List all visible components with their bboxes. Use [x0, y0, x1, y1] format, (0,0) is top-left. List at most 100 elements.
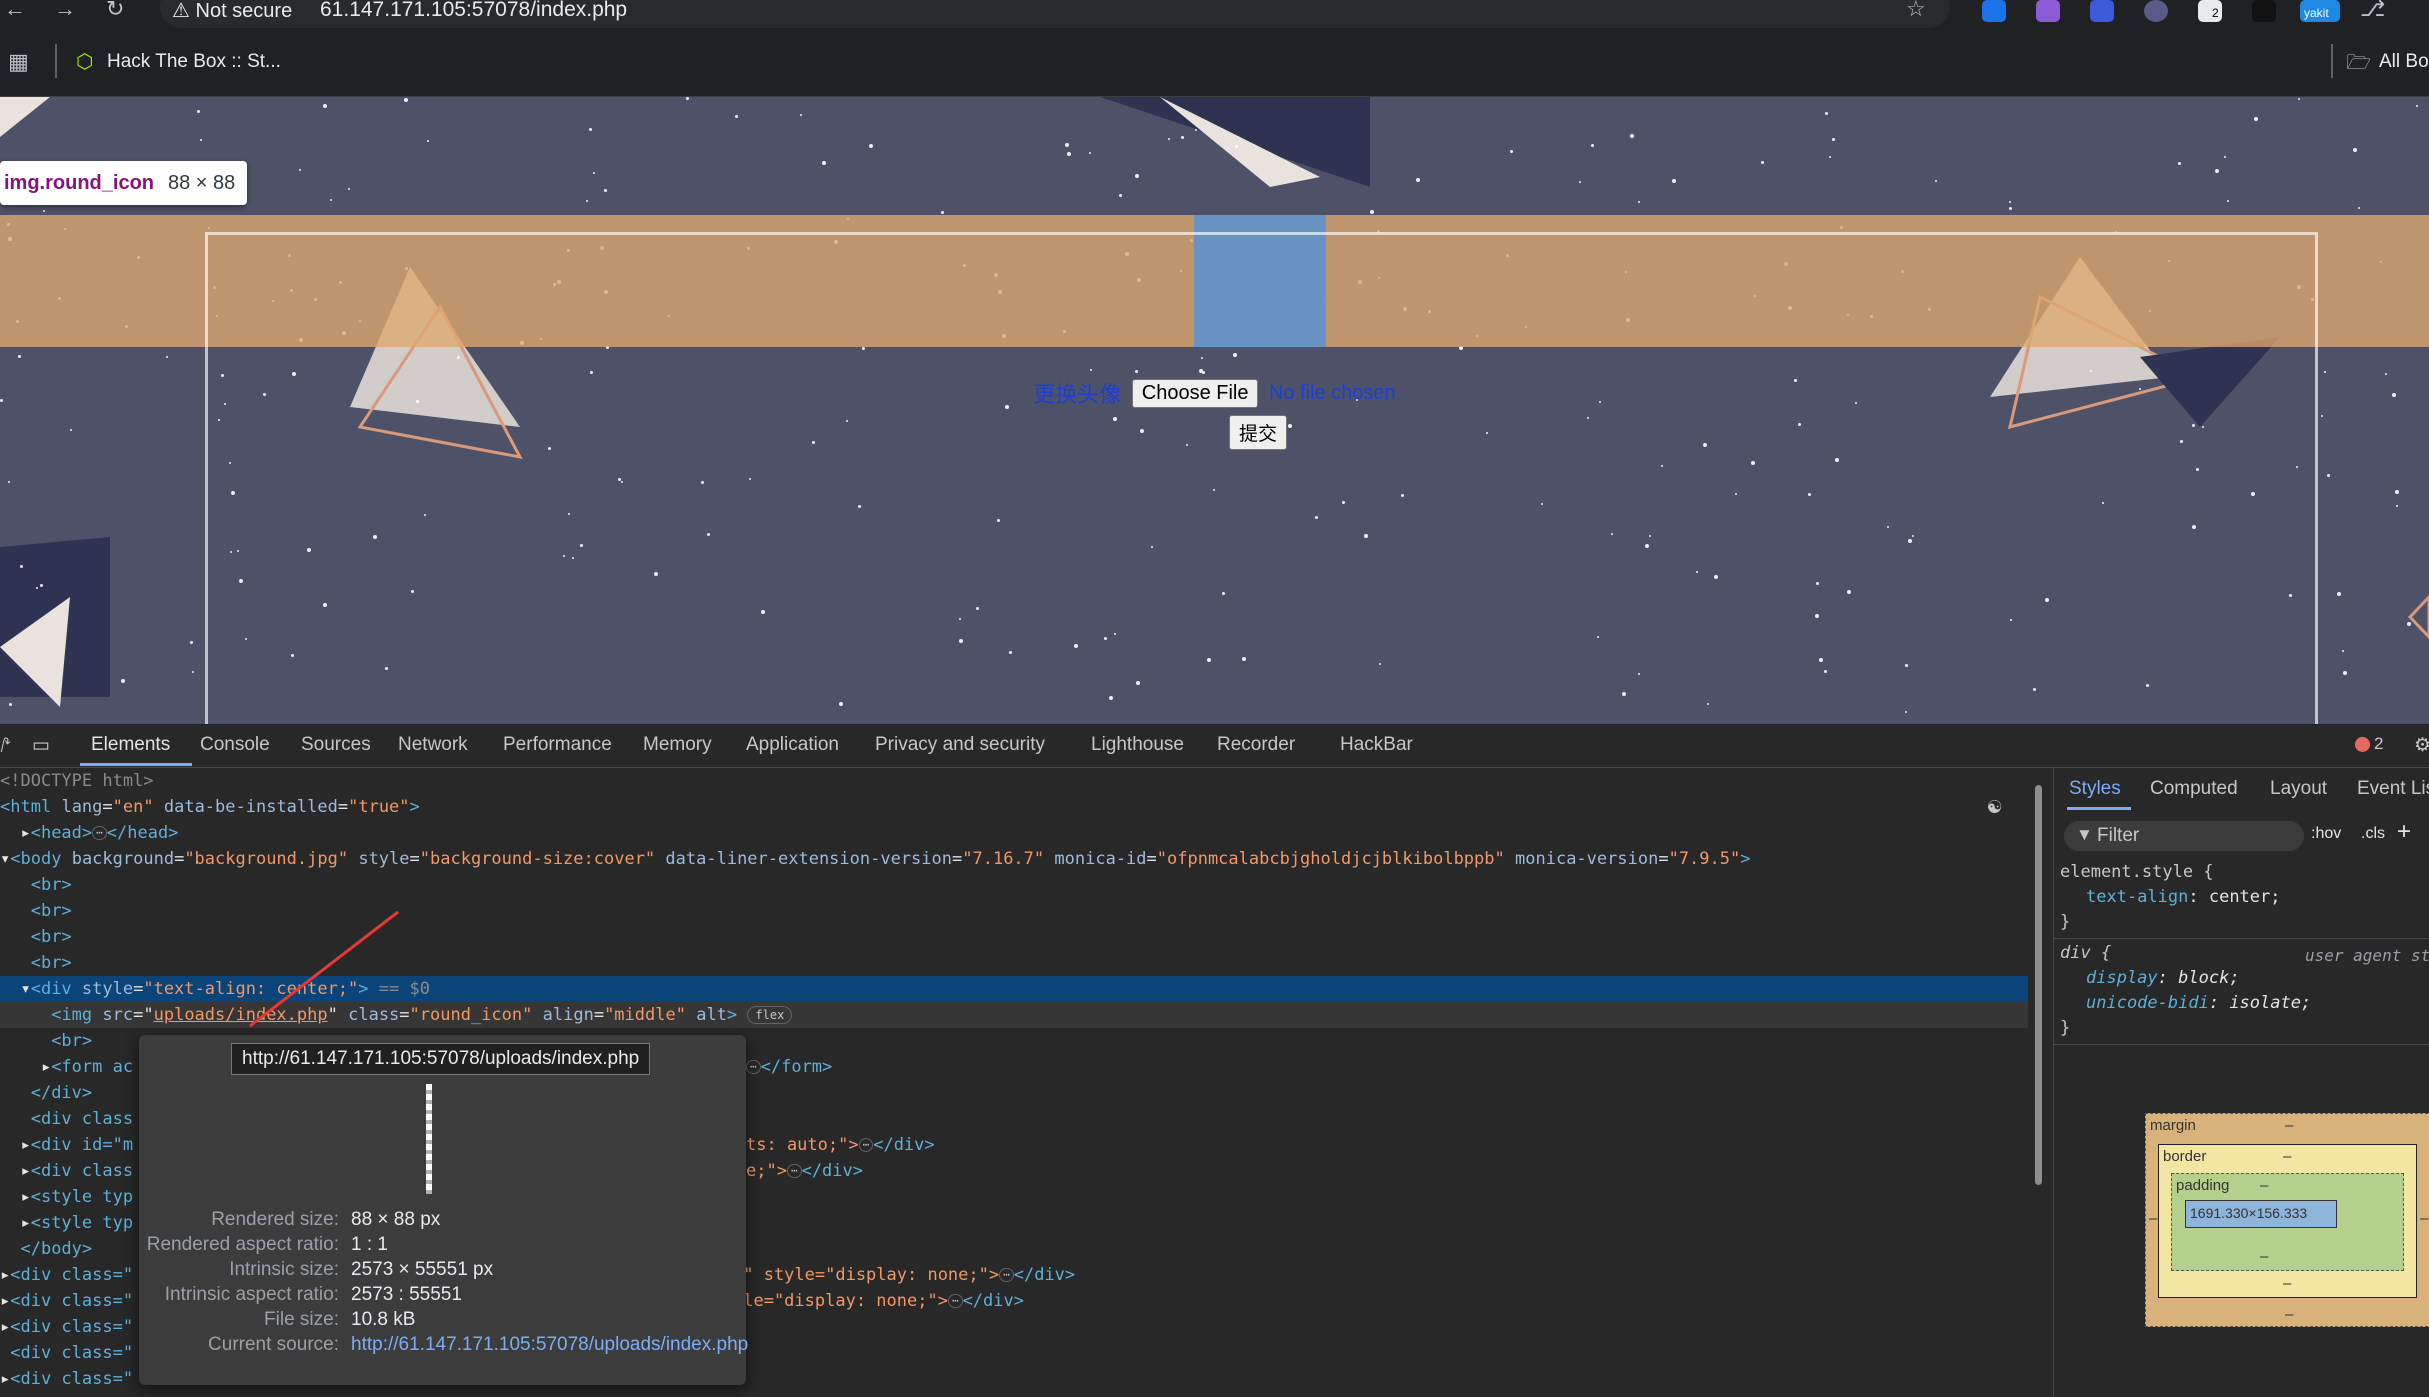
tab-application[interactable]: Application	[746, 734, 839, 756]
extension-icon-4[interactable]	[2144, 0, 2168, 22]
popup-row: File size: 10.8 kB	[139, 1309, 739, 1334]
body-close-tag: </body>	[20, 1239, 93, 1259]
extension-icon-5[interactable]: 2	[2198, 0, 2222, 22]
star-dot	[323, 104, 327, 108]
popup-source-link[interactable]: http://61.147.171.105:57078/uploads/inde…	[351, 1334, 748, 1356]
tab-hackbar[interactable]: HackBar	[1340, 734, 1413, 756]
yakit-icon[interactable]: yakit	[2300, 0, 2340, 22]
box-margin-left: –	[2149, 1210, 2158, 1227]
extension-icon-2[interactable]	[2036, 0, 2060, 22]
extension-icon-1[interactable]	[1982, 0, 2006, 22]
bookmark-hack-the-box[interactable]: Hack The Box :: St...	[107, 51, 281, 73]
collapsed-dots[interactable]: ⋯	[947, 1294, 963, 1308]
attr-name: src	[102, 1005, 134, 1025]
upload-label: 更换头像	[1033, 382, 1122, 407]
br-tag: <br>	[51, 1031, 93, 1051]
hov-toggle[interactable]: :hov	[2311, 825, 2341, 843]
css-value: block;	[2178, 968, 2240, 988]
star-dot	[2009, 207, 2012, 210]
dom-line[interactable]: <br>	[0, 872, 2028, 898]
star-dot	[593, 172, 595, 174]
reload-icon[interactable]: ↻	[106, 0, 124, 22]
dom-scrollbar-thumb[interactable]	[2035, 785, 2042, 1185]
star-dot	[8, 481, 10, 483]
tab-performance[interactable]: Performance	[503, 734, 612, 756]
cls-toggle[interactable]: .cls	[2361, 825, 2385, 843]
attr-value: "7.16.7"	[962, 849, 1045, 869]
css-prop: display	[2086, 968, 2158, 988]
dom-line[interactable]: <!DOCTYPE html>	[0, 768, 2028, 794]
collapsed-dots[interactable]: ⋯	[999, 1268, 1014, 1282]
tab-computed[interactable]: Computed	[2150, 778, 2238, 800]
css-selector[interactable]: element.style {	[2060, 862, 2214, 882]
attr-name: background	[71, 849, 175, 869]
new-rule-plus-icon[interactable]: +	[2397, 818, 2411, 846]
star-dot	[1832, 138, 1835, 141]
star-dot	[20, 565, 23, 568]
url-text[interactable]: 61.147.171.105:57078/index.php	[320, 0, 627, 22]
tab-layout[interactable]: Layout	[2270, 778, 2327, 800]
tab-network[interactable]: Network	[398, 734, 468, 756]
extensions-puzzle-icon[interactable]: ⎇	[2360, 0, 2385, 22]
star-dot	[1829, 156, 1831, 158]
filter-placeholder: Filter	[2097, 825, 2140, 846]
div-tag: <div class="	[10, 1317, 134, 1337]
submit-button[interactable]: 提交	[1229, 415, 1288, 450]
css-selector[interactable]: div {	[2060, 943, 2111, 963]
tab-recorder[interactable]: Recorder	[1217, 734, 1295, 756]
br-tag: <br>	[30, 927, 72, 947]
tab-memory[interactable]: Memory	[643, 734, 712, 756]
inspect-element-icon[interactable]: ⭚	[0, 734, 11, 758]
bookmark-star-icon[interactable]: ☆	[1906, 0, 1926, 22]
star-dot	[2353, 148, 2357, 152]
back-icon[interactable]: ←	[4, 0, 26, 22]
attr-value: "round_icon"	[409, 1005, 533, 1025]
css-declaration[interactable]: text-align: center;	[2086, 887, 2281, 907]
device-toolbar-icon[interactable]: ▭	[32, 734, 50, 757]
security-indicator[interactable]: ⚠ Not secure	[172, 0, 292, 23]
collapsed-dots[interactable]: ⋯	[92, 826, 107, 840]
star-dot	[589, 128, 592, 131]
styles-pane: Styles Computed Layout Event Listeners ▼…	[2053, 768, 2429, 1397]
styles-filter-input[interactable]: ▼ Filter	[2064, 821, 2304, 851]
star-dot	[822, 161, 826, 165]
br-tag: <br>	[30, 875, 72, 895]
box-border-top: –	[2283, 1148, 2292, 1165]
tab-privacy-security[interactable]: Privacy and security	[875, 734, 1045, 756]
settings-gear-icon[interactable]: ⚙	[2414, 734, 2429, 757]
tab-event-listeners[interactable]: Event Listeners	[2357, 778, 2429, 800]
css-declaration: unicode-bidi: isolate;	[2086, 993, 2312, 1013]
html-tag: html	[10, 797, 52, 817]
brace: }	[2060, 912, 2071, 932]
star-dot	[9, 703, 12, 706]
extension-icon-3[interactable]	[2090, 0, 2114, 22]
star-dot	[18, 355, 21, 358]
popup-value: 10.8 kB	[351, 1309, 416, 1330]
tab-lighthouse[interactable]: Lighthouse	[1091, 734, 1184, 756]
tab-sources[interactable]: Sources	[301, 734, 371, 756]
collapsed-dots[interactable]: ⋯	[746, 1060, 761, 1074]
accessibility-icon[interactable]: ☯	[1988, 794, 2001, 819]
choose-file-button[interactable]: Choose File	[1131, 378, 1259, 408]
star-dot	[686, 97, 689, 100]
flex-badge[interactable]: flex	[747, 1006, 793, 1024]
dom-line[interactable]: <html lang="en" data-be-installed="true"…	[0, 794, 2028, 820]
forward-icon[interactable]: →	[54, 0, 76, 22]
div-tag: <div class="	[10, 1369, 134, 1389]
all-bookmarks[interactable]: All Bookmarks	[2379, 51, 2429, 73]
tab-console[interactable]: Console	[200, 734, 270, 756]
error-badge[interactable]: 2	[2355, 734, 2383, 754]
apps-grid-icon[interactable]: ▦	[8, 49, 29, 75]
tab-elements[interactable]: Elements	[91, 734, 170, 756]
box-model[interactable]: margin – – – – border – – padding – – 16…	[2145, 1113, 2429, 1327]
tab-styles[interactable]: Styles	[2069, 778, 2121, 800]
extension-icon-6[interactable]	[2252, 0, 2276, 22]
star-dot	[1761, 161, 1764, 164]
collapsed-dots[interactable]: ⋯	[786, 1164, 802, 1178]
collapsed-dots[interactable]: ⋯	[858, 1138, 874, 1152]
dom-line[interactable]: ▸<head> ⋯ </head>	[0, 820, 2028, 846]
dom-line[interactable]: ▾<body background="background.jpg" style…	[0, 846, 2028, 872]
divider	[2331, 44, 2333, 78]
popup-row: Rendered aspect ratio: 1 : 1	[139, 1234, 739, 1259]
star-dot	[40, 584, 43, 587]
